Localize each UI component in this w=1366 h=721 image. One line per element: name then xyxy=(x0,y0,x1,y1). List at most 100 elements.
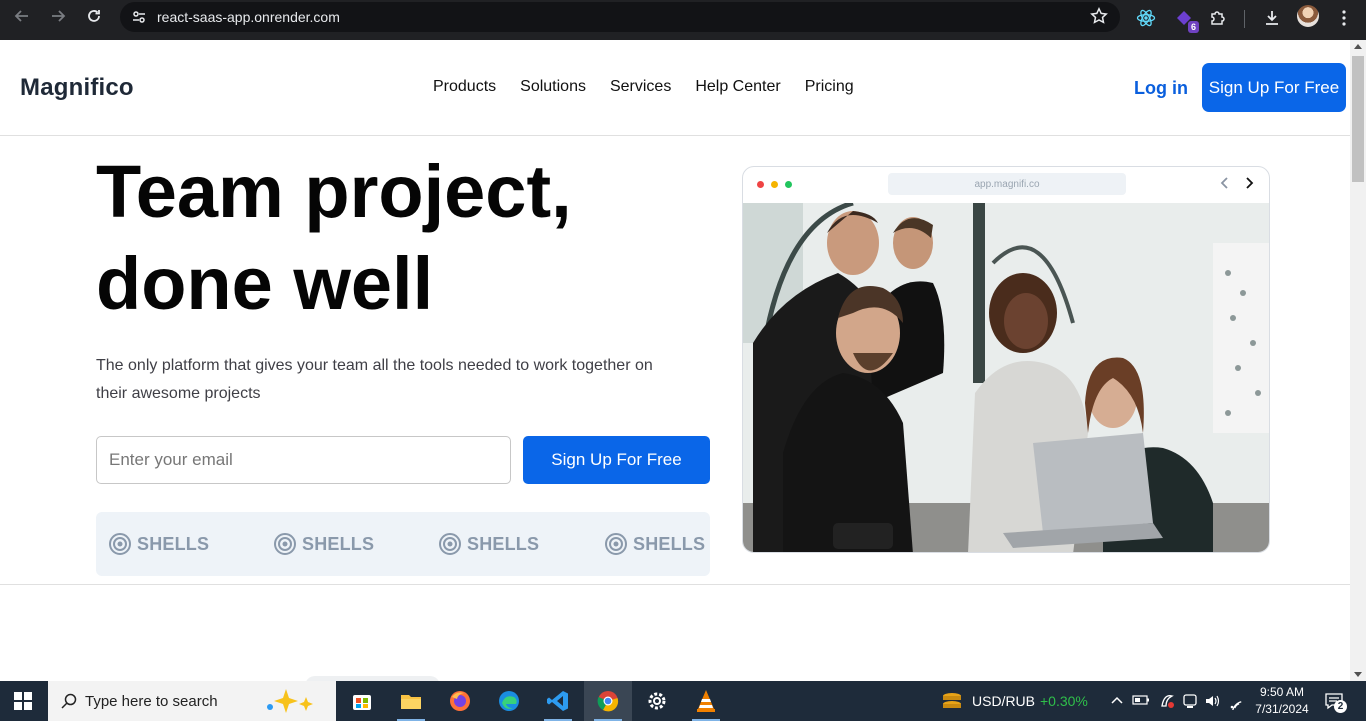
header-signup-button[interactable]: Sign Up For Free xyxy=(1202,63,1346,112)
hero-title-line-2: done well xyxy=(96,242,434,325)
show-hidden-icons-chevron-icon[interactable] xyxy=(1110,693,1124,712)
device-tray-icon[interactable] xyxy=(1181,692,1199,715)
react-devtools-extension-icon[interactable] xyxy=(1134,6,1158,30)
battery-icon[interactable] xyxy=(1132,693,1150,712)
site-header: Magnifico Products Solutions Services He… xyxy=(0,40,1350,136)
folder-icon xyxy=(401,695,421,709)
hero-signup-button[interactable]: Sign Up For Free xyxy=(523,436,710,484)
taskbar-search-box[interactable]: Type here to search xyxy=(48,681,336,721)
partner-name: SHELLS xyxy=(467,533,540,554)
notification-center-icon[interactable]: 2 xyxy=(1324,691,1347,716)
email-input[interactable] xyxy=(96,436,511,484)
windows-start-button[interactable] xyxy=(14,692,32,715)
ticker-change[interactable]: +0.30% xyxy=(1040,693,1088,709)
bookmark-star-icon[interactable] xyxy=(1090,7,1108,25)
windows-logo-icon xyxy=(14,692,32,710)
extension-with-badge-icon[interactable]: 6 xyxy=(1172,6,1199,33)
chrome-icon xyxy=(597,691,619,712)
gear-icon xyxy=(648,692,666,710)
back-arrow-icon xyxy=(14,10,28,22)
toolbar-separator xyxy=(1244,10,1245,28)
shells-logo-icon xyxy=(109,533,131,555)
window-dot-yellow xyxy=(771,181,778,188)
downloads-icon[interactable] xyxy=(1260,6,1284,30)
taskbar-edge[interactable] xyxy=(485,681,533,721)
partner-name: SHELLS xyxy=(633,533,706,554)
section-divider xyxy=(0,584,1350,585)
taskbar-microsoft-store[interactable] xyxy=(338,681,386,721)
taskbar-vscode[interactable] xyxy=(534,681,582,721)
window-dot-red xyxy=(757,181,764,188)
extension-badge: 6 xyxy=(1187,21,1199,33)
taskbar-chrome[interactable] xyxy=(584,681,632,721)
reload-button[interactable] xyxy=(76,0,112,32)
site-info-icon[interactable] xyxy=(124,2,154,32)
hero-title-line-1: Team project, xyxy=(96,150,572,233)
forward-button[interactable] xyxy=(40,0,76,32)
page-scrollbar[interactable] xyxy=(1350,40,1366,681)
nav-products[interactable]: Products xyxy=(433,78,496,96)
chevron-right-icon xyxy=(1246,177,1254,189)
app-tray-icon[interactable] xyxy=(1158,692,1176,715)
windows-taskbar: Type here to search USD/RUB +0.30% 9:50 … xyxy=(0,681,1366,721)
browser-toolbar: react-saas-app.onrender.com 6 xyxy=(0,0,1366,40)
reload-icon xyxy=(88,10,100,22)
url-text: react-saas-app.onrender.com xyxy=(157,9,340,25)
search-highlight-sparkle-icon xyxy=(267,689,313,713)
search-icon xyxy=(61,693,77,709)
nav-solutions[interactable]: Solutions xyxy=(520,78,586,96)
nav-help-center[interactable]: Help Center xyxy=(695,78,780,96)
vscode-icon xyxy=(547,691,568,711)
back-button[interactable] xyxy=(4,0,40,32)
store-icon xyxy=(353,695,371,710)
hero-subtitle: The only platform that gives your team a… xyxy=(96,357,653,402)
volume-icon[interactable] xyxy=(1204,692,1222,715)
nav-pricing[interactable]: Pricing xyxy=(805,78,854,96)
browser-menu-icon[interactable] xyxy=(1332,6,1356,30)
hero-title: Team project, done well xyxy=(96,146,716,330)
partner-logo: SHELLS xyxy=(108,532,209,556)
scrollbar-thumb[interactable] xyxy=(1352,56,1364,182)
taskbar-search-placeholder: Type here to search xyxy=(85,692,218,710)
main-nav: Products Solutions Services Help Center … xyxy=(433,78,878,96)
wifi-icon[interactable] xyxy=(1228,692,1246,715)
window-dot-green xyxy=(785,181,792,188)
taskbar-vlc[interactable] xyxy=(682,681,730,721)
login-link[interactable]: Log in xyxy=(1134,78,1188,99)
partner-name: SHELLS xyxy=(302,533,375,554)
taskbar-clock[interactable]: 9:50 AM 7/31/2024 xyxy=(1250,684,1314,718)
clock-time: 9:50 AM xyxy=(1259,685,1305,699)
scroll-down-arrow-icon[interactable] xyxy=(1354,672,1362,677)
firefox-icon xyxy=(450,691,470,711)
taskbar-settings[interactable] xyxy=(633,681,681,721)
preview-address: app.magnifi.co xyxy=(888,173,1126,195)
notification-count-badge: 2 xyxy=(1334,700,1347,713)
preview-window-bar: app.magnifi.co xyxy=(743,167,1269,203)
shells-logo-icon xyxy=(605,533,627,555)
extensions-puzzle-icon[interactable] xyxy=(1206,6,1230,30)
scroll-up-arrow-icon[interactable] xyxy=(1354,44,1362,49)
partner-name: SHELLS xyxy=(137,533,210,554)
taskbar-file-explorer[interactable] xyxy=(387,681,435,721)
page-viewport: Magnifico Products Solutions Services He… xyxy=(0,40,1350,681)
ticker-pair[interactable]: USD/RUB xyxy=(972,693,1035,709)
stock-ticker-coins-icon[interactable] xyxy=(940,689,964,718)
team-photo xyxy=(743,203,1269,552)
vlc-cone-icon xyxy=(697,690,715,712)
partner-logo: SHELLS xyxy=(273,532,374,556)
profile-avatar[interactable] xyxy=(1297,5,1319,27)
taskbar-firefox[interactable] xyxy=(436,681,484,721)
preview-nav-arrows xyxy=(1219,176,1255,190)
site-logo[interactable]: Magnifico xyxy=(20,74,134,102)
nav-services[interactable]: Services xyxy=(610,78,671,96)
partner-logo-strip: SHELLS SHELLS SHELLS SHELLS xyxy=(96,512,710,576)
chevron-left-icon xyxy=(1220,177,1228,189)
edge-icon xyxy=(499,691,519,711)
address-bar[interactable]: react-saas-app.onrender.com xyxy=(120,2,1120,32)
shells-logo-icon xyxy=(439,533,461,555)
forward-arrow-icon xyxy=(52,10,66,22)
clock-date: 7/31/2024 xyxy=(1255,702,1309,716)
app-preview-window: app.magnifi.co xyxy=(742,166,1270,553)
partner-logo: SHELLS xyxy=(438,532,539,556)
shells-logo-icon xyxy=(274,533,296,555)
